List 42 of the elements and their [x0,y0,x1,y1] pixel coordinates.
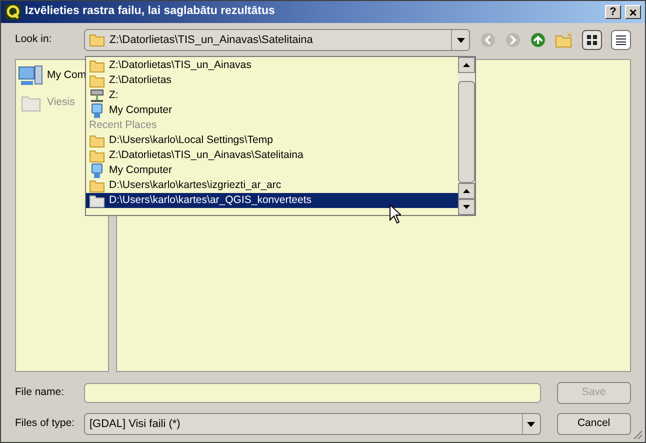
folder-icon [21,94,41,112]
scrollbar[interactable] [458,57,475,215]
dropdown-item[interactable]: D:\Users\karlo\Local Settings\Temp [86,133,458,148]
cancel-button[interactable]: Cancel [556,413,631,435]
folder-icon [89,148,105,162]
icon-view-button[interactable] [582,30,602,50]
file-type-label: Files of type: [15,416,76,432]
look-in-label: Look in: [15,32,53,48]
folder-icon [89,134,105,148]
scroll-up-icon[interactable] [458,57,475,73]
dropdown-item[interactable]: D:\Users\karlo\kartes\ar_QGIS_konverteets [86,193,458,208]
scroll-up-icon[interactable] [458,183,475,199]
computer-icon [89,162,105,178]
resize-grip-icon[interactable] [632,429,643,440]
file-name-field[interactable] [84,383,541,403]
section-heading: Recent Places [88,118,158,133]
folder-icon [89,194,105,208]
folder-icon [89,33,106,47]
scroll-down-icon[interactable] [458,199,475,215]
new-folder-icon[interactable] [555,32,573,48]
computer-icon [89,102,105,118]
list-view-button[interactable] [611,30,631,50]
close-button[interactable]: × [625,5,641,19]
caret-icon [456,38,464,42]
grid-icon [586,34,598,46]
list-icon [616,35,626,45]
file-type-dropdown[interactable]: [GDAL] Visi faili (*) [84,413,541,435]
computer-icon [18,64,44,88]
help-button[interactable]: ? [605,5,621,19]
caret-icon [527,422,536,426]
dropdown-item[interactable]: D:\Users\karlo\kartes\izgriezti_ar_arc [86,178,458,193]
look-in-dropdown[interactable]: Z:\Datorlietas\TIS_un_Ainavas\Satelitaina [84,29,470,51]
dropdown-item[interactable]: My Computer [86,163,458,178]
dropdown-item[interactable]: Z:\Datorlietas\TIS_un_Ainavas\Satelitaina [86,148,458,163]
window-title: Izvēlieties rastra failu, lai saglabātu rezultātus [25,4,275,20]
mouse-cursor-icon [389,204,401,224]
app-logo-icon [5,4,21,20]
network-drive-icon [89,88,105,104]
folder-icon [89,58,105,72]
folder-icon [89,74,105,88]
file-name-label: File name: [15,385,66,400]
scrollbar-thumb[interactable] [458,81,475,183]
